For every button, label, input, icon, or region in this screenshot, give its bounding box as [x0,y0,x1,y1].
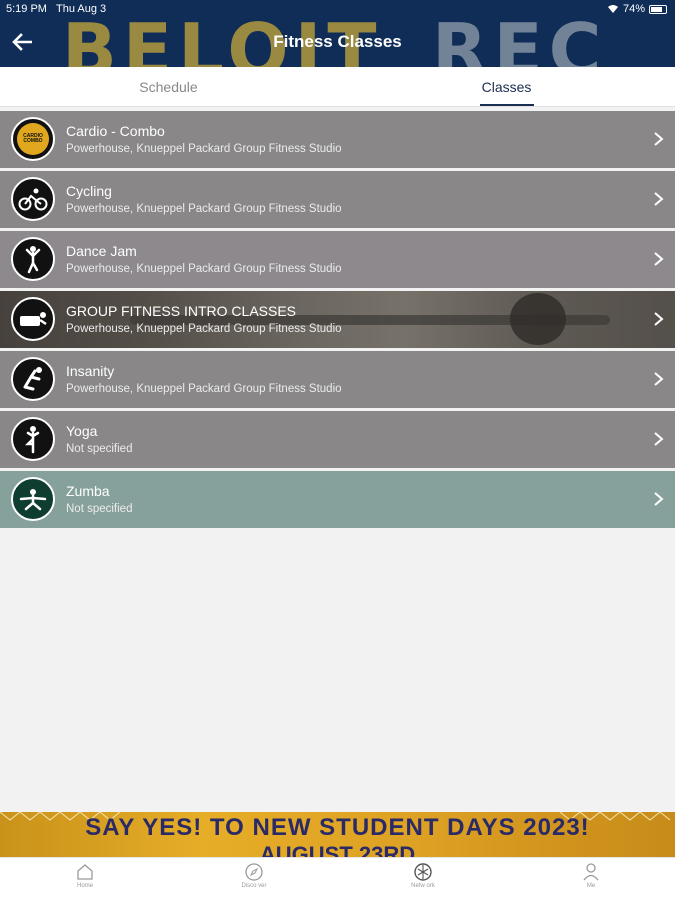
compass-icon [245,863,263,881]
class-name: Cardio - Combo [66,123,165,139]
chevron-right-icon [654,252,664,266]
network-icon [414,863,432,881]
chevron-right-icon [654,132,664,146]
nav-discover[interactable]: Disco ver [224,862,284,889]
nav-discover-label: Disco ver [241,883,267,889]
status-indicators: 74% [607,3,667,15]
nav-home[interactable]: Home [55,862,115,889]
class-location: Not specified [66,443,133,455]
person-icon [583,863,599,881]
insanity-icon [11,357,55,401]
class-name: Insanity [66,363,115,379]
status-bar: 5:19 PM Thu Aug 3 74% [0,0,675,18]
class-name: Zumba [66,483,110,499]
page-title: Fitness Classes [273,32,402,51]
status-date: Thu Aug 3 [56,3,107,15]
class-location: Powerhouse, Knueppel Packard Group Fitne… [66,203,342,215]
nav-network-label: Netw ork [411,883,435,889]
class-row-dance-jam[interactable]: Dance Jam Powerhouse, Knueppel Packard G… [0,231,675,288]
class-location: Powerhouse, Knueppel Packard Group Fitne… [66,383,342,395]
class-name: Cycling [66,183,112,199]
class-name: Dance Jam [66,243,137,259]
cardio-combo-logo-icon: CARDIO COMBO [11,117,55,161]
tab-bar: Schedule Classes [0,67,675,107]
class-location: Powerhouse, Knueppel Packard Group Fitne… [66,263,342,275]
battery-percent: 74% [622,3,645,15]
chevron-right-icon [654,372,664,386]
chevron-right-icon [654,312,664,326]
cardio-combo-logo-text: CARDIO COMBO [17,123,49,155]
class-row-yoga[interactable]: Yoga Not specified [0,411,675,468]
zumba-icon [11,477,55,521]
cycling-icon [11,177,55,221]
chevron-right-icon [654,492,664,506]
class-row-zumba[interactable]: Zumba Not specified [0,471,675,528]
class-row-insanity[interactable]: Insanity Powerhouse, Knueppel Packard Gr… [0,351,675,408]
chevron-right-icon [654,432,664,446]
wifi-icon [607,5,618,13]
home-icon [77,864,93,880]
promo-banner[interactable]: SAY YES! TO NEW STUDENT DAYS 2023! AUGUS… [0,812,675,857]
yoga-icon [11,417,55,461]
nav-network[interactable]: Netw ork [393,862,453,889]
class-location: Not specified [66,503,133,515]
nav-home-label: Home [76,883,93,889]
nav-me-label: Me [586,883,596,889]
banner-date: AUGUST 23RD [259,842,416,857]
tab-classes[interactable]: Classes [338,67,675,107]
app-header: BELOIT REC 5:19 PM Thu Aug 3 74% Fitness… [0,0,675,67]
banner-headline: SAY YES! TO NEW STUDENT DAYS 2023! [85,814,590,841]
chevron-right-icon [654,192,664,206]
battery-icon [649,4,667,14]
status-time: 5:19 PM [6,3,47,15]
class-list: CARDIO COMBO Cardio - Combo Powerhouse, … [0,111,675,531]
class-location: Powerhouse, Knueppel Packard Group Fitne… [66,323,342,335]
class-location: Powerhouse, Knueppel Packard Group Fitne… [66,143,342,155]
class-row-cycling[interactable]: Cycling Powerhouse, Knueppel Packard Gro… [0,171,675,228]
class-row-cardio-combo[interactable]: CARDIO COMBO Cardio - Combo Powerhouse, … [0,111,675,168]
active-tab-indicator [480,104,534,106]
bottom-navigation: Home Disco ver Netw ork Me [0,857,675,900]
class-name: Yoga [66,423,98,439]
group-fitness-icon [11,297,55,341]
dance-icon [11,237,55,281]
tab-schedule[interactable]: Schedule [0,67,337,107]
class-row-group-fitness-intro[interactable]: GROUP FITNESS INTRO CLASSES Powerhouse, … [0,291,675,348]
nav-me[interactable]: Me [561,862,621,889]
class-name: GROUP FITNESS INTRO CLASSES [66,303,297,319]
